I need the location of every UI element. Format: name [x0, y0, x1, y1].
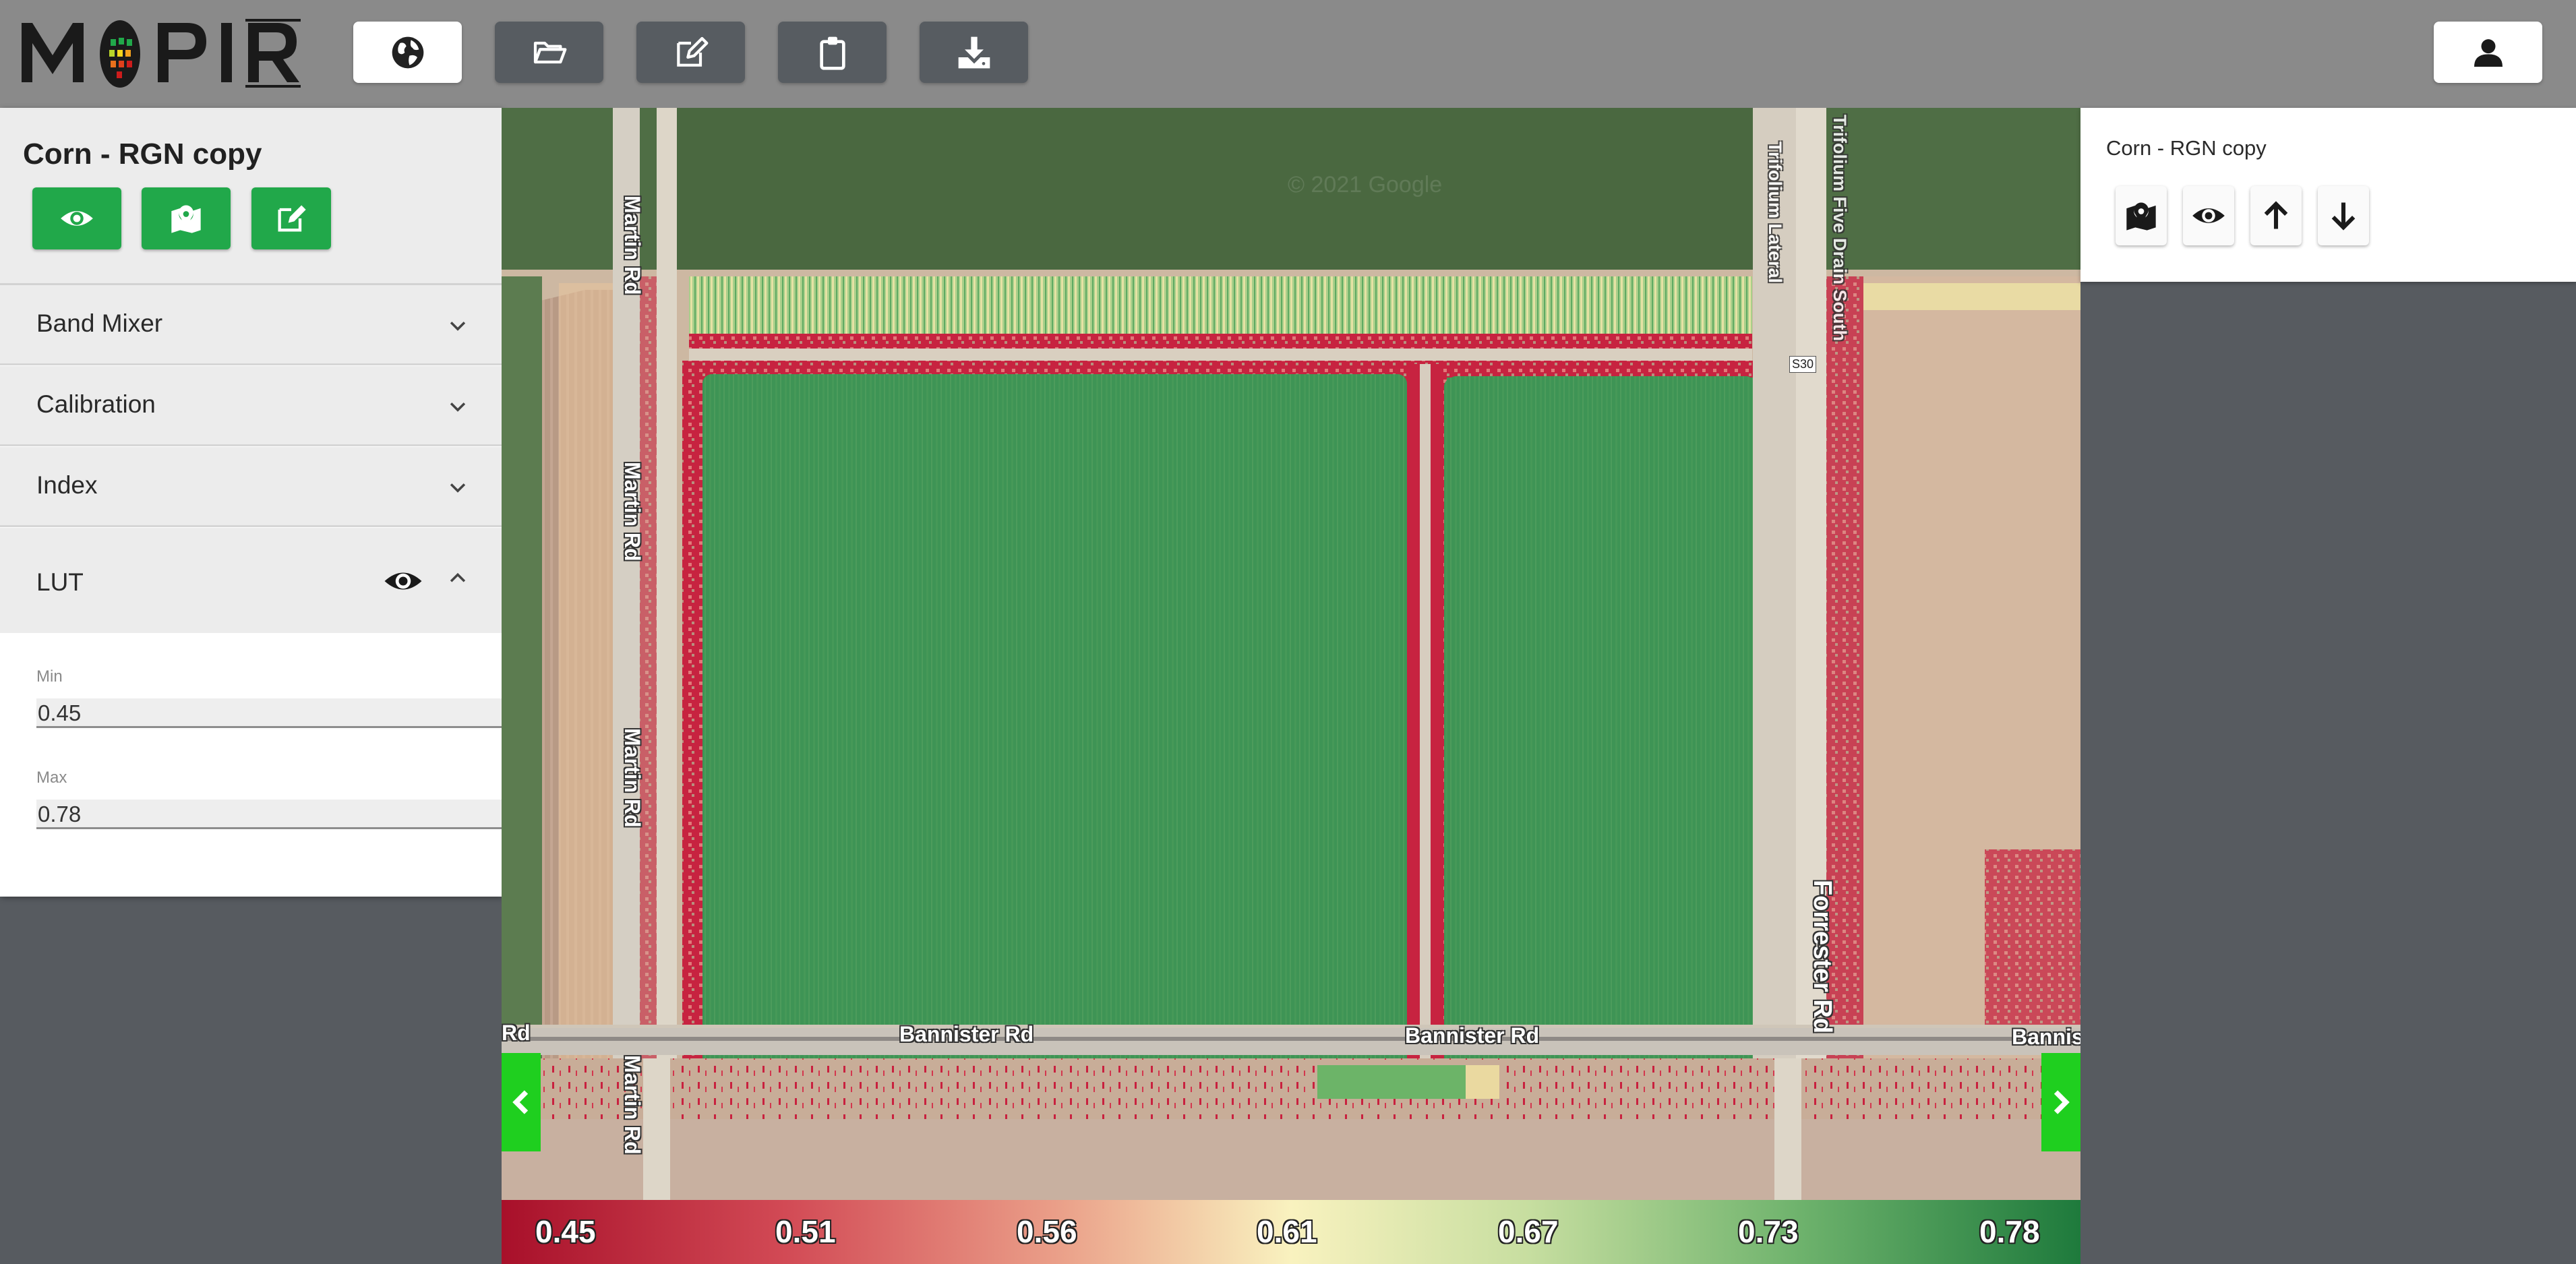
- eye-icon: [2192, 208, 2225, 223]
- toggle-visibility-button[interactable]: [32, 187, 121, 249]
- map-marker-icon: [171, 205, 201, 233]
- move-layer-up-button[interactable]: [2250, 186, 2302, 245]
- move-layer-down-button[interactable]: [2318, 186, 2369, 245]
- calibration-section[interactable]: Calibration: [0, 366, 502, 446]
- road-label-martin-3: Martin Rd: [620, 728, 645, 828]
- arrow-down-icon: [2331, 202, 2356, 231]
- road-label-bannister-2: Bannister Rd: [1405, 1023, 1540, 1048]
- layer-title: Corn - RGN copy: [23, 138, 262, 171]
- layers-panel: Corn - RGN copy: [2080, 108, 2576, 282]
- eye-icon: [61, 211, 93, 226]
- legend-value: 0.61: [1257, 1214, 1317, 1249]
- user-icon: [2474, 38, 2503, 67]
- layer-name: Corn - RGN copy: [2106, 136, 2267, 160]
- lut-max-input[interactable]: 0.78: [36, 800, 502, 829]
- clipboard-icon: [819, 36, 845, 70]
- layer-settings-panel: Corn - RGN copy Band Mixer Calibration I…: [0, 108, 502, 897]
- road-label-trifolium-lateral: Trifolium Lateral: [1765, 142, 1785, 284]
- legend-value: 0.51: [775, 1214, 836, 1249]
- map-view[interactable]: Martin Rd Martin Rd Martin Rd Martin Rd …: [502, 108, 2080, 1200]
- layer-header: Corn - RGN copy: [0, 108, 502, 285]
- lut-section[interactable]: LUT: [0, 528, 502, 633]
- lut-min-label: Min: [36, 667, 63, 686]
- lut-min-input[interactable]: 0.45: [36, 698, 502, 728]
- map-attribution: © 2021 Google: [1288, 172, 1443, 198]
- road-label-trifolium-drain: Trifolium Five Drain South: [1830, 115, 1850, 342]
- legend-value: 0.73: [1738, 1214, 1799, 1249]
- download-button[interactable]: [920, 22, 1028, 83]
- open-folder-button[interactable]: [495, 22, 603, 83]
- edit-button[interactable]: [636, 22, 745, 83]
- index-label: Index: [36, 471, 98, 499]
- mapir-logo: [19, 15, 316, 89]
- road-label-martin-1: Martin Rd: [620, 195, 645, 295]
- index-section[interactable]: Index: [0, 447, 502, 527]
- lut-label: LUT: [36, 568, 84, 596]
- map-marker-icon: [2126, 202, 2156, 231]
- chevron-up-icon: [450, 572, 466, 582]
- edit-icon: [676, 36, 708, 67]
- download-icon: [958, 36, 990, 68]
- chevron-down-icon: [450, 483, 466, 493]
- color-legend: 0.45 0.51 0.56 0.61 0.67 0.73 0.78: [502, 1200, 2080, 1264]
- road-label-bannister-1: Bannister Rd: [899, 1022, 1034, 1046]
- globe-button[interactable]: [353, 22, 462, 83]
- top-toolbar: [0, 0, 2576, 108]
- chevron-right-icon: [2054, 1090, 2070, 1114]
- folder-open-icon: [533, 41, 566, 63]
- chevron-down-icon: [450, 402, 466, 412]
- legend-value: 0.67: [1498, 1214, 1559, 1249]
- zoom-to-layer-button[interactable]: [2116, 186, 2167, 245]
- calibration-label: Calibration: [36, 390, 156, 418]
- eye-icon[interactable]: [383, 566, 423, 597]
- edit-layer-button[interactable]: [251, 187, 331, 249]
- toggle-visibility-button[interactable]: [2183, 186, 2234, 245]
- arrow-up-icon: [2264, 201, 2288, 229]
- globe-icon: [392, 36, 423, 68]
- zoom-to-layer-button[interactable]: [142, 187, 231, 249]
- road-label-rd: Rd: [502, 1021, 531, 1045]
- route-shield: S30: [1789, 356, 1817, 373]
- band-mixer-label: Band Mixer: [36, 309, 163, 337]
- band-mixer-section[interactable]: Band Mixer: [0, 285, 502, 365]
- chevron-down-icon: [450, 322, 466, 331]
- edit-icon: [278, 205, 306, 232]
- chevron-left-icon: [512, 1090, 529, 1114]
- road-label-martin-2: Martin Rd: [620, 462, 645, 562]
- road-label-martin-4: Martin Rd: [620, 1055, 645, 1155]
- road-label-forrester: Forrester Rd: [1808, 880, 1836, 1034]
- legend-value: 0.56: [1017, 1214, 1077, 1249]
- road-label-bannister-3: Bannist: [2012, 1025, 2080, 1049]
- previous-layer-button[interactable]: [502, 1053, 541, 1151]
- user-account-button[interactable]: [2434, 22, 2542, 83]
- clipboard-button[interactable]: [778, 22, 887, 83]
- legend-value: 0.78: [1979, 1214, 2040, 1249]
- legend-value: 0.45: [535, 1214, 596, 1249]
- next-layer-button[interactable]: [2041, 1053, 2080, 1151]
- lut-max-label: Max: [36, 769, 67, 787]
